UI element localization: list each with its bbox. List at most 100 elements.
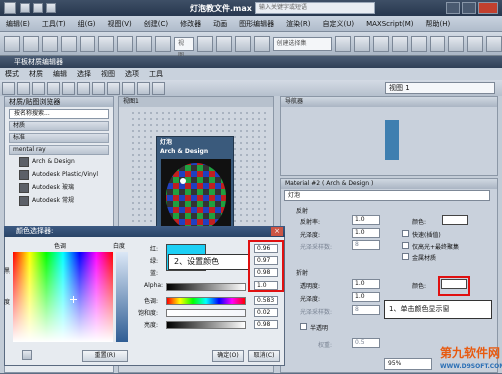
show-map-icon[interactable] — [77, 81, 90, 95]
refraction-gloss-samples-spinner[interactable]: 8 — [352, 305, 380, 315]
saturation-slider[interactable] — [166, 309, 246, 317]
alpha-slider[interactable] — [166, 283, 246, 291]
saturation-value[interactable]: 0.02 — [254, 308, 278, 317]
layout-all-icon[interactable] — [107, 81, 120, 95]
category-materials[interactable]: 材质 — [9, 121, 109, 131]
sme-menu-select[interactable]: 选择 — [72, 68, 96, 80]
reflection-color-swatch[interactable] — [442, 215, 468, 225]
new-file-icon[interactable] — [20, 3, 30, 13]
view-dropdown[interactable]: 视图 — [174, 36, 194, 59]
select-icon[interactable] — [79, 35, 96, 52]
material-name-field[interactable]: 灯泡 — [284, 190, 490, 201]
value-value[interactable]: 0.98 — [254, 320, 278, 329]
search-input[interactable]: 输入关键字或短语 — [255, 2, 375, 14]
menu-create[interactable]: 创建(C) — [138, 16, 174, 32]
list-item[interactable]: Autodesk 玻璃 — [19, 182, 107, 194]
eyedropper-icon[interactable] — [22, 350, 32, 360]
weight-spinner[interactable]: 0.5 — [352, 338, 380, 348]
hide-unused-icon[interactable] — [62, 81, 75, 95]
reflection-gloss-samples-spinner[interactable]: 8 — [352, 240, 380, 250]
layout-children-icon[interactable] — [122, 81, 135, 95]
menu-modifiers[interactable]: 修改器 — [174, 16, 207, 32]
highlights-fg-checkbox[interactable] — [402, 242, 409, 249]
app-logo-icon[interactable] — [4, 2, 16, 14]
material-editor-icon[interactable] — [429, 35, 446, 52]
list-item[interactable]: Autodesk Plastic/Vinyl — [19, 169, 107, 181]
menu-animation[interactable]: 动画 — [207, 16, 233, 32]
minimize-button[interactable] — [446, 2, 460, 14]
sme-menu-material[interactable]: 材质 — [24, 68, 48, 80]
maximize-button[interactable] — [462, 2, 476, 14]
render-setup-icon[interactable] — [448, 35, 465, 52]
browser-search-input[interactable]: 按名称搜索... — [9, 109, 109, 119]
menu-views[interactable]: 视图(V) — [102, 16, 138, 32]
menu-group[interactable]: 组(G) — [72, 16, 102, 32]
sme-menu-modes[interactable]: 模式 — [0, 68, 24, 80]
unlink-icon[interactable] — [60, 35, 77, 52]
reflection-gloss-spinner[interactable]: 1.0 — [352, 228, 380, 238]
reflectivity-spinner[interactable]: 1.0 — [352, 215, 380, 225]
angle-snap-icon[interactable] — [234, 35, 251, 52]
close-button[interactable] — [478, 2, 498, 14]
mirror-icon[interactable] — [335, 35, 351, 52]
delete-icon[interactable] — [32, 81, 45, 95]
pivot-icon[interactable] — [196, 35, 213, 52]
hue-slider[interactable] — [166, 297, 246, 305]
render-frame-icon[interactable] — [467, 35, 484, 52]
whiteness-bar[interactable] — [116, 252, 128, 342]
refraction-gloss-spinner[interactable]: 1.0 — [352, 292, 380, 302]
menu-graph-editors[interactable]: 图形编辑器 — [233, 16, 280, 32]
category-standard[interactable]: 标准 — [9, 133, 109, 143]
value-slider[interactable] — [166, 321, 246, 329]
menu-tools[interactable]: 工具(T) — [36, 16, 72, 32]
rotate-icon[interactable] — [136, 35, 153, 52]
ok-button[interactable]: 确定(O) — [212, 350, 244, 362]
material-node[interactable]: 灯泡 Arch & Design — [156, 136, 234, 240]
sme-menu-edit[interactable]: 编辑 — [48, 68, 72, 80]
sme-menu-view[interactable]: 视图 — [96, 68, 120, 80]
metal-material-checkbox[interactable] — [402, 253, 409, 260]
select-by-material-icon[interactable] — [152, 81, 165, 95]
list-item[interactable]: Arch & Design — [19, 156, 107, 168]
fast-interpolate-checkbox[interactable] — [402, 230, 409, 237]
scale-icon[interactable] — [155, 35, 172, 52]
selection-set-dropdown[interactable]: 创建选择集 — [272, 36, 333, 51]
pick-material-icon[interactable] — [2, 81, 15, 95]
menu-customize[interactable]: 自定义(U) — [316, 16, 360, 32]
category-mental-ray[interactable]: mental ray — [9, 145, 109, 155]
curve-editor-icon[interactable] — [391, 35, 408, 52]
menu-help[interactable]: 帮助(H) — [420, 16, 457, 32]
menu-edit[interactable]: 编辑(E) — [0, 16, 36, 32]
hue-value[interactable]: 0.583 — [254, 296, 278, 305]
menu-maxscript[interactable]: MAXScript(M) — [360, 16, 419, 32]
list-item[interactable]: Autodesk 常规 — [19, 195, 107, 207]
show-background-icon[interactable] — [92, 81, 105, 95]
navigator-view-rect[interactable] — [385, 120, 399, 160]
cancel-button[interactable]: 取消(C) — [248, 350, 280, 362]
sme-menu-options[interactable]: 选项 — [120, 68, 144, 80]
move-icon[interactable] — [117, 35, 134, 52]
align-icon[interactable] — [353, 35, 370, 52]
schematic-icon[interactable] — [410, 35, 427, 52]
snap-icon[interactable] — [215, 35, 232, 52]
percent-snap-icon[interactable] — [253, 35, 270, 52]
menu-rendering[interactable]: 渲染(R) — [280, 16, 316, 32]
dialog-close-button[interactable]: × — [271, 227, 283, 236]
layer-icon[interactable] — [372, 35, 389, 52]
redo-icon[interactable] — [22, 35, 39, 52]
undo-icon[interactable] — [4, 35, 20, 52]
material-parameter-editor-icon[interactable] — [137, 81, 150, 95]
open-file-icon[interactable] — [33, 3, 43, 13]
link-icon[interactable] — [41, 35, 58, 52]
transparency-spinner[interactable]: 1.0 — [352, 279, 380, 289]
move-children-icon[interactable] — [47, 81, 60, 95]
reset-button[interactable]: 重置(R) — [82, 350, 128, 362]
render-icon[interactable] — [486, 35, 502, 52]
sme-menu-utilities[interactable]: 工具 — [144, 68, 168, 80]
view-tab[interactable]: 视图1 — [119, 97, 273, 107]
select-region-icon[interactable] — [98, 35, 115, 52]
assign-material-icon[interactable] — [17, 81, 30, 95]
translucency-checkbox[interactable] — [300, 323, 307, 330]
zoom-dropdown[interactable]: 95% — [384, 358, 432, 370]
view-select-dropdown[interactable]: 视图 1 — [385, 82, 495, 94]
